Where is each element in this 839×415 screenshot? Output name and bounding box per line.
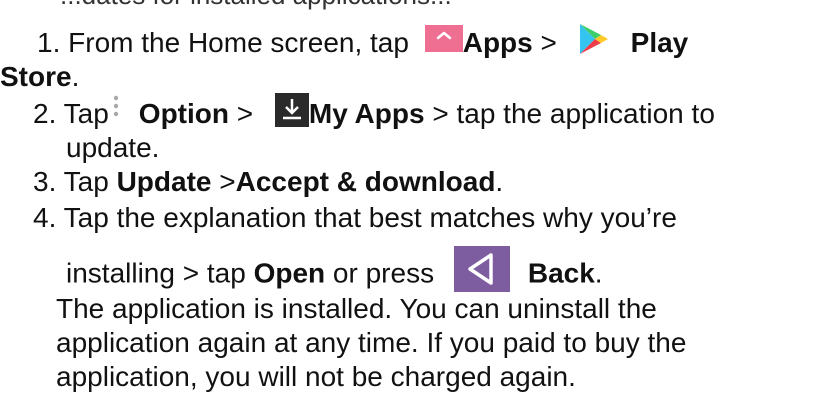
my-apps-label: My Apps [308,98,425,129]
step-1-separator: > [532,27,565,58]
download-icon [274,92,309,127]
step-2-line: 2. Tap Option > My Apps > tap the applic… [33,92,715,133]
accept-download-label: Accept & download [235,166,496,197]
step-2-continuation: update. [66,132,160,163]
step-2-text: Tap [63,98,109,129]
note-line-2: application again at any time. If you pa… [56,327,687,358]
step-1-continuation: Store. [0,61,80,92]
back-label: Back [527,257,595,289]
note-line-1: The application is installed. You can un… [56,293,657,324]
apps-label: Apps [462,27,533,58]
cut-off-heading: ...dates for installed applications... [60,0,452,12]
instruction-document: ...dates for installed applications... 1… [0,0,839,415]
update-label: Update [116,166,212,197]
play-store-icon [577,22,609,56]
step-2-number: 2. [33,98,57,129]
step-1-text: From the Home screen, tap [68,27,417,58]
option-dots-icon [111,92,121,116]
step-4-number: 4. [33,202,57,233]
option-label: Option [138,98,229,129]
step-4-line: 4. Tap the explanation that best matches… [33,202,677,233]
step-2-tail: > tap the application to [424,98,715,129]
open-label: Open [253,257,326,289]
play-label: Play [630,27,689,58]
store-label: Store [0,61,72,92]
note-line-3: application, you will not be charged aga… [56,361,576,392]
step-1-line: 1. From the Home screen, tap Apps > Play [37,23,689,62]
step-3-number: 3. [33,166,57,197]
apps-icon [424,25,463,53]
back-icon [453,246,510,292]
step-3-line: 3. Tap Update >Accept & download. [33,166,504,197]
step-1-number: 1. [37,27,61,58]
